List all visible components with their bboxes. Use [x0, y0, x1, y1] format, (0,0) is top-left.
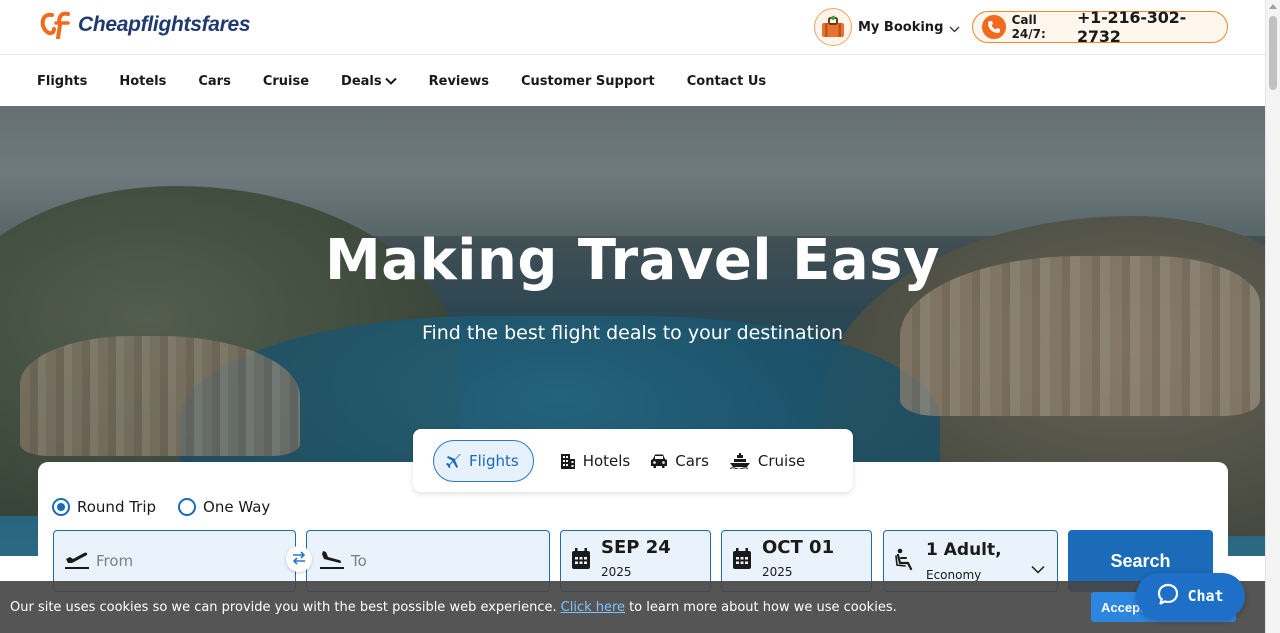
ship-icon: [729, 452, 751, 469]
calendar-icon: [732, 548, 752, 574]
chevron-down-icon: [1031, 559, 1045, 578]
one-way-label: One Way: [203, 498, 271, 516]
radio-unselected-icon: [178, 498, 197, 516]
round-trip-radio[interactable]: Round Trip: [52, 498, 156, 516]
tab-flights[interactable]: Flights: [433, 439, 534, 482]
chat-button[interactable]: Chat: [1136, 573, 1245, 619]
to-placeholder: To: [351, 552, 367, 570]
top-header: Cheapflightsfares My Booking Call 24/7: …: [0, 0, 1265, 55]
building-icon: [560, 453, 576, 469]
cookie-text-after: to learn more about how we use cookies.: [629, 599, 897, 615]
depart-year: 2025: [601, 565, 632, 579]
plane-arrival-icon: [319, 548, 345, 574]
tab-cruise[interactable]: Cruise: [729, 440, 805, 482]
return-date-value: OCT 01 2025: [762, 537, 834, 579]
logo-text: Cheapflightsfares: [78, 13, 251, 36]
nav-item-flights[interactable]: Flights: [37, 74, 87, 89]
tab-hotels[interactable]: Hotels: [560, 440, 631, 482]
tab-flights-label: Flights: [469, 451, 519, 470]
scroll-thumb[interactable]: [1269, 16, 1277, 90]
seat-icon: [894, 548, 916, 574]
call-prefix-label: Call 24/7:: [1011, 13, 1046, 41]
tab-cars-label: Cars: [675, 451, 709, 470]
airplane-icon: [446, 453, 462, 469]
luggage-icon: [814, 8, 852, 46]
radio-selected-icon: [52, 498, 70, 516]
trip-type-group: Round Trip One Way: [52, 498, 270, 516]
nav-item-hotels[interactable]: Hotels: [119, 74, 166, 89]
tab-cruise-label: Cruise: [757, 451, 806, 470]
passenger-count: 1 Adult,: [926, 540, 1002, 560]
calendar-icon: [571, 548, 591, 574]
call-support-button[interactable]: Call 24/7: +1-216-302-2732: [972, 8, 1228, 46]
nav-item-cruise[interactable]: Cruise: [263, 74, 309, 89]
tab-hotels-label: Hotels: [582, 451, 631, 470]
hero-subtitle: Find the best flight deals to your desti…: [421, 322, 844, 344]
nav-item-contact-us[interactable]: Contact Us: [687, 74, 766, 89]
plane-departure-icon: [64, 548, 90, 574]
round-trip-label: Round Trip: [77, 498, 157, 516]
site-logo[interactable]: Cheapflightsfares: [38, 10, 251, 40]
tab-cars[interactable]: Cars: [650, 440, 709, 482]
chevron-down-icon: [949, 18, 960, 37]
one-way-radio[interactable]: One Way: [178, 498, 270, 516]
nav-item-deals-label: Deals: [341, 73, 382, 89]
my-booking-label: My Booking: [858, 19, 944, 35]
chat-label: Chat: [1187, 587, 1224, 605]
page-scrollbar[interactable]: [1265, 0, 1280, 633]
scroll-up-arrow-icon[interactable]: [1269, 4, 1277, 9]
cookie-policy-link[interactable]: Click here: [561, 600, 625, 615]
phone-icon: [982, 15, 1006, 39]
logo-mark-icon: [38, 11, 74, 40]
return-year: 2025: [762, 565, 793, 579]
product-tabs: Flights Hotels Cars Cruise: [413, 429, 853, 492]
depart-date-value: SEP 24 2025: [601, 537, 671, 579]
nav-item-reviews[interactable]: Reviews: [429, 74, 489, 89]
cookie-text: Our site uses cookies so we can provide …: [10, 599, 557, 615]
call-number: +1-216-302-2732: [1076, 8, 1187, 46]
hero-title: Making Travel Easy: [325, 228, 940, 293]
cabin-class: Economy: [926, 568, 982, 582]
car-icon: [650, 453, 668, 469]
nav-item-cars[interactable]: Cars: [198, 74, 230, 89]
swap-icon: [291, 550, 307, 569]
nav-item-deals[interactable]: Deals: [341, 74, 397, 89]
main-nav: Flights Hotels Cars Cruise Deals Reviews…: [0, 56, 1265, 106]
from-placeholder: From: [96, 552, 134, 570]
chevron-down-icon: [384, 74, 397, 89]
return-date: OCT 01: [762, 537, 835, 558]
depart-date: SEP 24: [601, 537, 671, 558]
nav-item-customer-support[interactable]: Customer Support: [521, 74, 655, 89]
passengers-value: 1 Adult, Economy: [926, 540, 1002, 582]
swap-airports-button[interactable]: [286, 546, 312, 572]
my-booking-menu[interactable]: My Booking: [814, 8, 960, 46]
chat-bubble-icon: [1157, 583, 1179, 609]
cookie-banner: Our site uses cookies so we can provide …: [0, 581, 1265, 633]
